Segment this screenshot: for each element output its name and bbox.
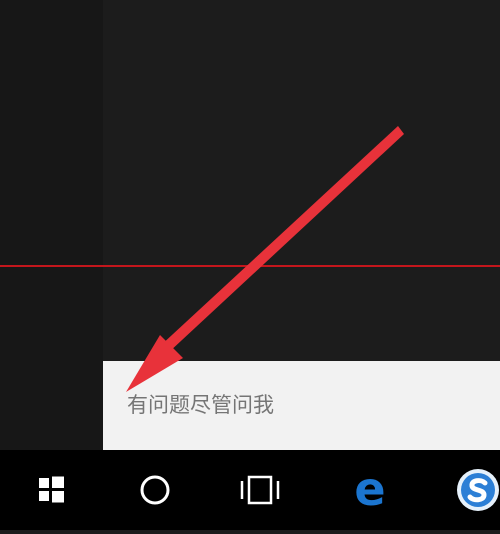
red-guide-line: [0, 265, 500, 267]
start-menu-left-strip: [0, 0, 103, 450]
start-button[interactable]: [10, 450, 90, 530]
svg-text:e: e: [354, 462, 385, 516]
search-input[interactable]: [125, 389, 479, 421]
task-view-button[interactable]: [220, 450, 300, 530]
sogou-browser-icon: [457, 469, 499, 511]
edge-browser-icon: e: [354, 462, 385, 516]
task-view-icon: [240, 475, 280, 505]
taskbar: e: [0, 450, 500, 530]
sogou-taskbar-button[interactable]: [440, 450, 500, 530]
cortana-button[interactable]: [115, 450, 195, 530]
cortana-search-box[interactable]: [103, 361, 500, 450]
cortana-circle-icon: [140, 475, 170, 505]
windows-start-icon: [39, 476, 64, 503]
edge-taskbar-button[interactable]: e: [330, 450, 410, 530]
